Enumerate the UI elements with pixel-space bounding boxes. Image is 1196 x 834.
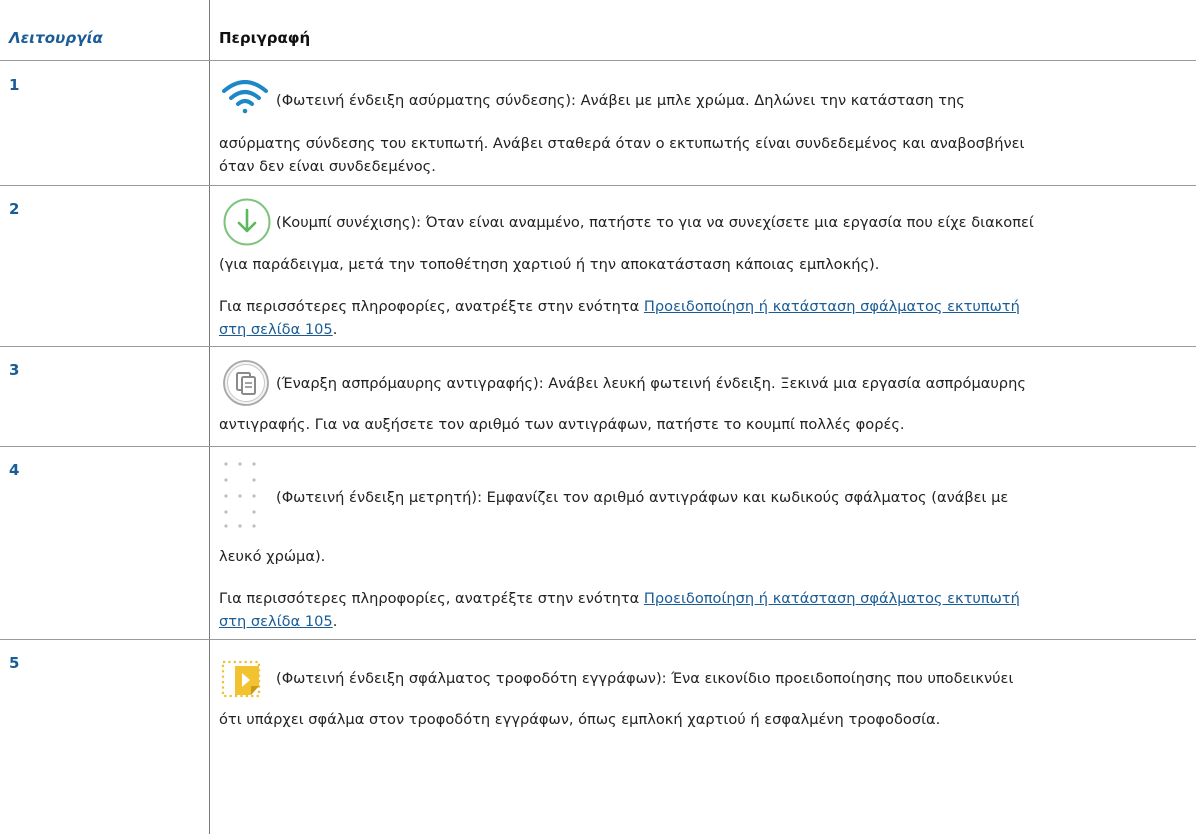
counter-display-icon [224, 462, 256, 528]
description-line: (Φωτεινή ένδειξη ασύρματης σύνδεσης): Αν… [276, 92, 965, 109]
row-number: 4 [9, 461, 20, 479]
row-divider [0, 446, 1196, 447]
header-divider [0, 60, 1196, 61]
row-number: 5 [9, 654, 20, 672]
error-status-link[interactable]: Προειδοποίηση ή κατάσταση σφάλματος εκτυ… [644, 590, 1020, 607]
error-status-link[interactable]: Προειδοποίηση ή κατάσταση σφάλματος εκτυ… [644, 298, 1020, 315]
description-line: αντιγραφής. Για να αυξήσετε τον αριθμό τ… [219, 416, 905, 433]
description-line: (Φωτεινή ένδειξη σφάλματος τροφοδότη εγγ… [276, 670, 1014, 687]
more-info-prefix: Για περισσότερες πληροφορίες, ανατρέξτε … [219, 298, 644, 315]
description-line: (Φωτεινή ένδειξη μετρητή): Εμφανίζει τον… [276, 489, 1009, 506]
page-105-link[interactable]: στη σελίδα 105 [219, 321, 333, 338]
more-info-line-2: στη σελίδα 105. [219, 321, 337, 338]
row-divider [0, 185, 1196, 186]
description-line: ασύρματης σύνδεσης του εκτυπωτή. Ανάβει … [219, 135, 1025, 152]
wifi-icon [222, 80, 268, 114]
feature-table: Λειτουργία Περιγραφή 1 (Φωτεινή ένδειξη … [0, 0, 1196, 834]
more-info-suffix: . [332, 321, 338, 338]
more-info-prefix: Για περισσότερες πληροφορίες, ανατρέξτε … [219, 590, 644, 607]
row-number: 2 [9, 200, 20, 218]
document-feeder-error-icon [221, 660, 261, 698]
more-info-line-2: στη σελίδα 105. [219, 613, 337, 630]
more-info-line: Για περισσότερες πληροφορίες, ανατρέξτε … [219, 590, 1020, 607]
header-description: Περιγραφή [219, 29, 311, 47]
description-line: ότι υπάρχει σφάλμα στον τροφοδότη εγγράφ… [219, 711, 941, 728]
more-info-suffix: . [332, 613, 338, 630]
more-info-line: Για περισσότερες πληροφορίες, ανατρέξτε … [219, 298, 1020, 315]
description-line: (Κουμπί συνέχισης): Όταν είναι αναμμένο,… [276, 214, 1034, 231]
description-line: λευκό χρώμα). [219, 548, 326, 565]
resume-button-icon [223, 198, 271, 246]
header-function: Λειτουργία [9, 29, 103, 47]
row-divider [0, 346, 1196, 347]
copy-button-icon [223, 360, 269, 406]
page-105-link[interactable]: στη σελίδα 105 [219, 613, 333, 630]
column-divider [209, 0, 210, 834]
description-line: (για παράδειγμα, μετά την τοποθέτηση χαρ… [219, 256, 880, 273]
row-number: 1 [9, 76, 20, 94]
row-number: 3 [9, 361, 20, 379]
description-line: όταν δεν είναι συνδεδεμένος. [219, 158, 436, 175]
row-divider [0, 639, 1196, 640]
description-line: (Έναρξη ασπρόμαυρης αντιγραφής): Ανάβει … [276, 375, 1026, 392]
